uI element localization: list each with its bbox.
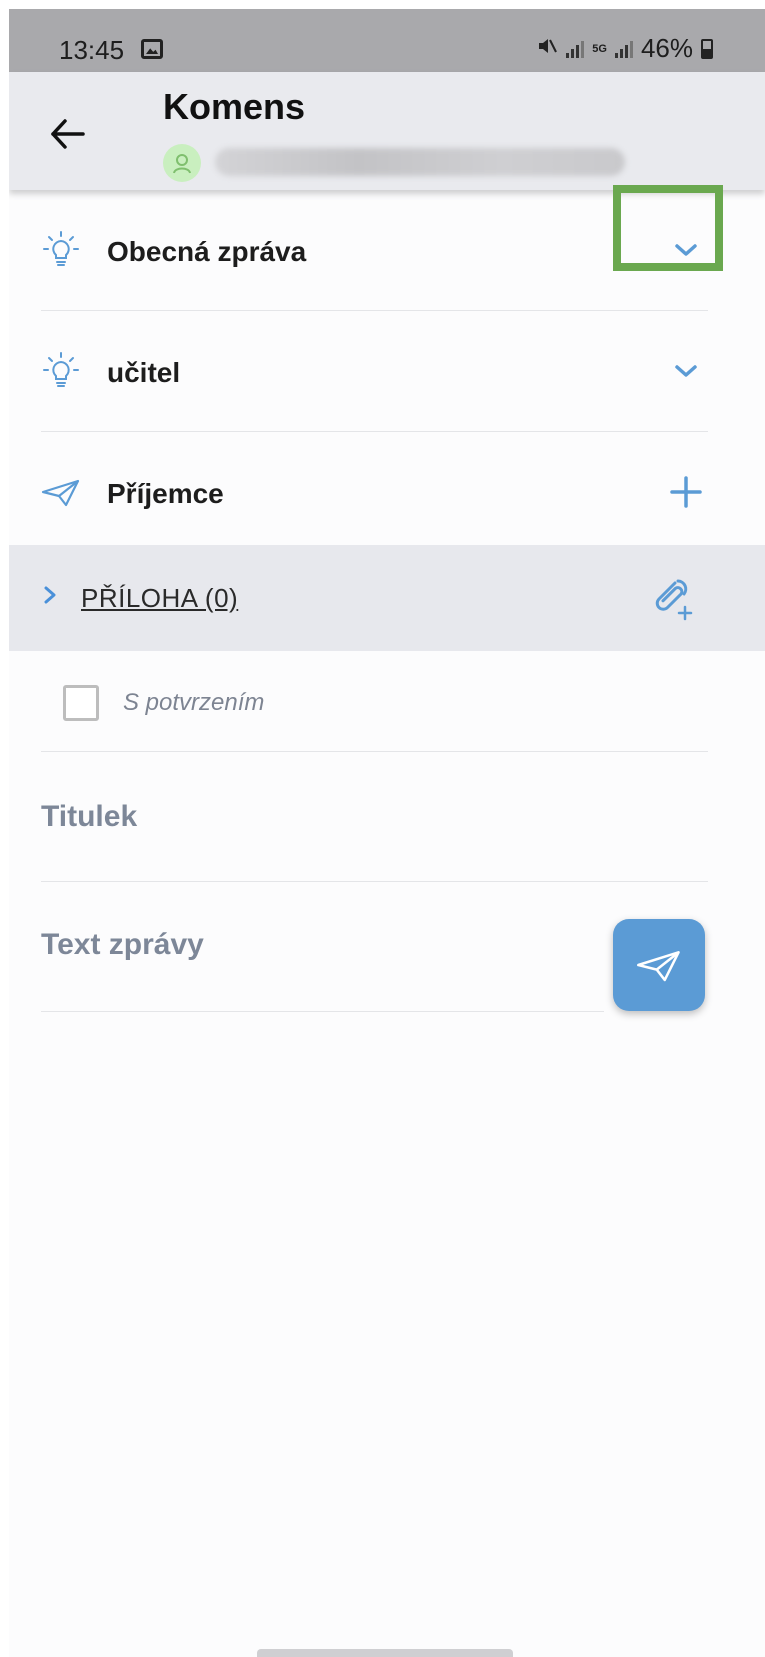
page-title: Komens [163, 86, 306, 127]
confirmation-row: S potvrzením [41, 651, 708, 752]
recipients-label: Příjemce [107, 478, 224, 509]
network-type: 5G [592, 42, 607, 55]
back-button[interactable] [45, 112, 89, 156]
paperclip-add-icon [655, 579, 693, 621]
paper-plane-icon [41, 479, 80, 507]
status-time: 13:45 [59, 35, 125, 65]
plus-icon [670, 476, 702, 508]
message-body-placeholder: Text zprávy [41, 928, 204, 961]
attachments-toggle[interactable]: PŘÍLOHA (0) [81, 583, 238, 614]
recipients-row[interactable]: Příjemce [41, 432, 708, 553]
screen: 13:45 5G 46% Komens Obecná zpráva učitel… [9, 9, 765, 1657]
title-input[interactable]: Titulek [41, 752, 708, 882]
add-attachment-button[interactable] [645, 573, 695, 623]
attachments-bar[interactable]: PŘÍLOHA (0) [9, 545, 765, 651]
highlight-box [613, 185, 723, 271]
send-button[interactable] [613, 919, 705, 1011]
account-name-redacted [215, 148, 625, 176]
chevron-right-icon [43, 585, 57, 611]
paper-plane-icon [637, 951, 680, 982]
arrow-left-icon [51, 119, 85, 149]
mute-icon [536, 36, 558, 61]
sender-role-dropdown-button[interactable] [664, 349, 708, 393]
battery-icon [701, 38, 713, 59]
lightbulb-icon [43, 231, 79, 266]
sender-role-row[interactable]: učitel [41, 311, 708, 432]
signal-icon-2 [614, 40, 633, 58]
battery-level: 46% [640, 33, 693, 63]
gallery-notification-icon [141, 39, 163, 59]
user-avatar-icon [173, 154, 191, 174]
message-type-row[interactable]: Obecná zpráva [41, 190, 708, 311]
chevron-down-icon [675, 365, 697, 377]
status-indicators: 5G 46% [536, 33, 713, 64]
lightbulb-icon [43, 352, 79, 387]
sender-role-label: učitel [107, 357, 181, 388]
signal-icon [566, 40, 585, 58]
message-body-input[interactable]: Text zprávy [41, 882, 604, 1012]
confirmation-label[interactable]: S potvrzením [123, 689, 264, 717]
avatar [163, 144, 201, 182]
title-placeholder: Titulek [41, 800, 138, 833]
add-recipient-button[interactable] [664, 470, 708, 514]
message-type-label: Obecná zpráva [107, 236, 307, 267]
status-bar: 13:45 5G 46% [9, 9, 765, 72]
home-indicator [257, 1649, 513, 1657]
confirmation-checkbox[interactable] [63, 685, 99, 721]
app-header: Komens [9, 72, 765, 190]
